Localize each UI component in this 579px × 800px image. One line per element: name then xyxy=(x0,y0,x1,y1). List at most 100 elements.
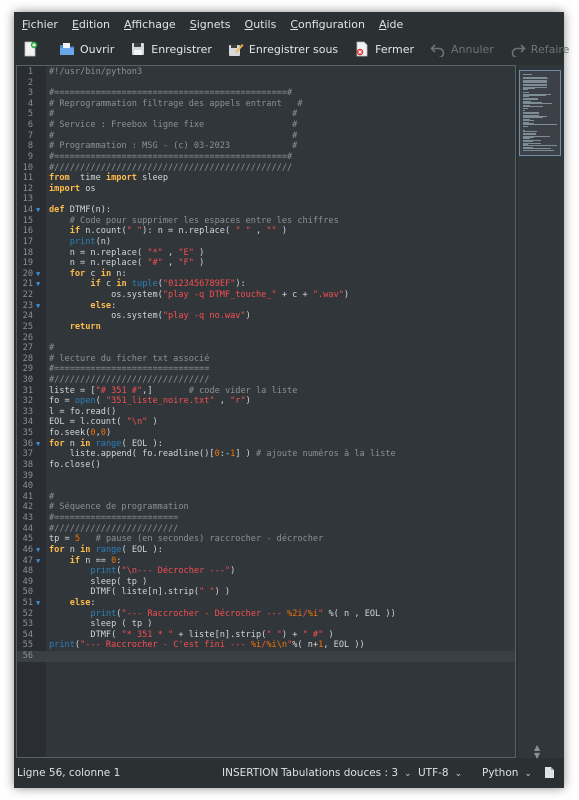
code-line[interactable]: 43 #======================== xyxy=(17,513,515,524)
code-text: for n in range( EOL ): xyxy=(49,544,163,555)
code-text: n = n.replace( "*" , "E" ) xyxy=(49,247,205,258)
minimap-viewport[interactable] xyxy=(519,70,561,156)
code-line[interactable]: 35 fo.seek(0,0) xyxy=(17,428,515,439)
code-line[interactable]: 33 l = fo.read() xyxy=(17,407,515,418)
save-button[interactable]: Enregistrer xyxy=(130,41,212,57)
fold-arrow-icon[interactable]: ▼ xyxy=(36,598,40,609)
redo-label: Refaire xyxy=(530,42,570,56)
code-line[interactable]: 55 print("--- Raccrocher - C'est fini ---… xyxy=(17,640,515,651)
code-line[interactable]: 19 n = n.replace( "#" , "F" ) xyxy=(17,258,515,269)
fold-arrow-icon[interactable]: ▼ xyxy=(36,439,40,450)
fold-arrow-icon[interactable]: ▼ xyxy=(36,205,40,216)
line-number: 38 xyxy=(22,459,33,470)
encoding-selector[interactable]: UTF-8 ⌄ xyxy=(418,767,462,779)
fold-arrow-icon[interactable]: ▼ xyxy=(36,301,40,312)
code-line[interactable]: 39 xyxy=(17,471,515,482)
code-line[interactable]: 31 liste = ["# 351 #",] # code vider la l… xyxy=(17,386,515,397)
code-line[interactable]: 11 from time import sleep xyxy=(17,173,515,184)
code-line[interactable]: 34 EOL = l.count( "\n" ) xyxy=(17,417,515,428)
code-line[interactable]: 10 #/////////////////////////////////////… xyxy=(17,163,515,174)
code-line[interactable]: 51 ▼ else: xyxy=(17,598,515,609)
code-text: n = n.replace( "#" , "F" ) xyxy=(49,258,205,269)
code-line[interactable]: 24 os.system("play -q no.wav") xyxy=(17,311,515,322)
cursor-position[interactable]: Ligne 56, colonne 1 xyxy=(17,767,120,779)
code-line[interactable]: 37 liste.append( fo.readline()[0:-1] ) #… xyxy=(17,449,515,460)
menu-affichage[interactable]: Affichage xyxy=(124,18,176,31)
code-line[interactable]: 30 #////////////////////////////// xyxy=(17,375,515,386)
code-line[interactable]: 28 # lecture du ficher txt associé xyxy=(17,354,515,365)
code-line[interactable]: 16 if n.count(" "): n = n.replace( " " ,… xyxy=(17,226,515,237)
code-line[interactable]: 18 n = n.replace( "*" , "E" ) xyxy=(17,248,515,259)
code-line[interactable]: 13 xyxy=(17,194,515,205)
code-line[interactable]: 53 sleep ( tp ) xyxy=(17,619,515,630)
code-line[interactable]: 50 DTMF( liste[n].strip(" ") ) xyxy=(17,587,515,598)
new-button[interactable] xyxy=(22,41,43,57)
code-line[interactable]: 6 # Service : Freebox ligne fixe # xyxy=(17,120,515,131)
code-line[interactable]: 47 ▼ if n == 0: xyxy=(17,556,515,567)
line-number: 39 xyxy=(22,470,33,481)
code-line[interactable]: 8 # Programmation : MSG - (c) 03-2023 # xyxy=(17,141,515,152)
code-line[interactable]: 14 ▼ def DTMF(n): xyxy=(17,205,515,216)
minimap-line xyxy=(523,149,554,151)
code-line[interactable]: 38 fo.close() xyxy=(17,460,515,471)
code-line[interactable]: 20 ▼ for c in n: xyxy=(17,269,515,280)
line-number: 18 xyxy=(22,247,33,258)
code-line[interactable]: 26 xyxy=(17,333,515,344)
code-line[interactable]: 17 print(n) xyxy=(17,237,515,248)
close-button[interactable]: Fermer xyxy=(354,41,414,57)
code-line[interactable]: 48 print("\n--- Décrocher ---") xyxy=(17,566,515,577)
fold-arrow-icon[interactable]: ▼ xyxy=(36,269,40,280)
code-line[interactable]: 12 import os xyxy=(17,184,515,195)
code-line[interactable]: 4 # Reprogrammation filtrage des appels e… xyxy=(17,99,515,110)
language-selector[interactable]: Python ⌄ xyxy=(482,767,532,779)
code-line[interactable]: 46 ▼ for n in range( EOL ): xyxy=(17,545,515,556)
indentation-selector[interactable]: Tabulations douces : 3 ⌄ xyxy=(281,767,412,779)
minimap-scrollbar[interactable]: ▲ ▼ xyxy=(518,65,564,760)
code-line[interactable]: 27 # xyxy=(17,343,515,354)
code-line[interactable]: 9 #======================================… xyxy=(17,152,515,163)
code-line[interactable]: 36 ▼ for n in range( EOL ): xyxy=(17,439,515,450)
menu-fichier[interactable]: Fichier xyxy=(22,18,58,31)
code-line[interactable]: 21 ▼ if c in tuple("0123456789EF"): xyxy=(17,279,515,290)
code-line[interactable]: 25 return xyxy=(17,322,515,333)
menu-signets[interactable]: Signets xyxy=(190,18,231,31)
code-line[interactable]: 41 # xyxy=(17,492,515,503)
code-line[interactable]: 40 xyxy=(17,481,515,492)
code-line[interactable]: 15 # Code pour supprimer les espaces ent… xyxy=(17,216,515,227)
code-line[interactable]: 3 #======================================… xyxy=(17,88,515,99)
code-text: #!/usr/bin/python3 xyxy=(49,67,143,77)
code-line[interactable]: 42 # Séquence de programmation xyxy=(17,502,515,513)
code-line[interactable]: 32 fo = open( "351_liste_noire.txt" , "r"… xyxy=(17,396,515,407)
code-line[interactable]: 56 xyxy=(17,651,515,662)
input-mode[interactable]: INSERTION xyxy=(222,767,278,779)
code-line[interactable]: 1 #!/usr/bin/python3 xyxy=(17,67,515,78)
code-text: #=======================================… xyxy=(49,151,293,162)
save-as-button[interactable]: Enregistrer sous xyxy=(228,41,338,57)
toolbar: Ouvrir Enregistrer Enregistrer sous Ferm… xyxy=(14,38,569,60)
code-line[interactable]: 44 #//////////////////////// xyxy=(17,524,515,535)
code-editor[interactable]: 1 #!/usr/bin/python3 2 3 #==================… xyxy=(16,65,516,758)
code-line[interactable]: 7 # # xyxy=(17,131,515,142)
document-icon[interactable] xyxy=(544,766,555,782)
code-line[interactable]: 54 DTMF( "* 351 * " + liste[n].strip(" "… xyxy=(17,630,515,641)
redo-button[interactable]: Refaire xyxy=(510,41,570,59)
fold-arrow-icon[interactable]: ▼ xyxy=(36,556,40,567)
code-line[interactable]: 45 tp = 5 # pause (en secondes) raccroche… xyxy=(17,534,515,545)
open-button[interactable]: Ouvrir xyxy=(59,41,114,57)
code-line[interactable]: 2 xyxy=(17,78,515,89)
code-line[interactable]: 52 print("--- Raccrocher - Décrocher ---… xyxy=(17,609,515,620)
menu-outils[interactable]: Outils xyxy=(245,18,277,31)
menu-edition[interactable]: Edition xyxy=(72,18,110,31)
undo-button[interactable]: Annuler xyxy=(430,41,494,59)
code-line[interactable]: 5 # # xyxy=(17,109,515,120)
fold-arrow-icon[interactable]: ▼ xyxy=(36,545,40,556)
menu-configuration[interactable]: Configuration xyxy=(290,18,365,31)
code-line[interactable]: 23 ▼ else: xyxy=(17,301,515,312)
code-line[interactable]: 49 sleep( tp ) xyxy=(17,577,515,588)
redo-icon xyxy=(510,41,526,59)
code-line[interactable]: 22 os.system("play -q DTMF_touche_" + c … xyxy=(17,290,515,301)
fold-arrow-icon[interactable]: ▼ xyxy=(36,279,40,290)
scroll-down-icon[interactable]: ▼ xyxy=(534,751,540,760)
menu-aide[interactable]: Aide xyxy=(379,18,403,31)
code-line[interactable]: 29 #============================== xyxy=(17,364,515,375)
